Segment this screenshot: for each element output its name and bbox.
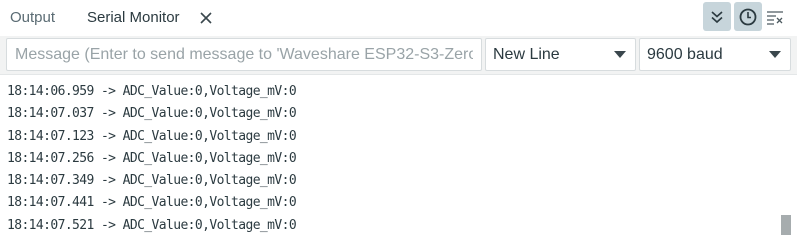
tab-output[interactable]: Output: [10, 0, 55, 36]
caret-down-icon: [614, 51, 626, 58]
baud-rate-value: 9600 baud: [647, 46, 723, 63]
log-line: 18:14:07.256 -> ADC_Value:0,Voltage_mV:0: [7, 150, 297, 166]
log-line: 18:14:07.037 -> ADC_Value:0,Voltage_mV:0: [7, 106, 297, 122]
message-input[interactable]: [6, 38, 482, 71]
caret-down-icon: [769, 51, 781, 58]
log-lines: 18:14:06.959 -> ADC_Value:0,Voltage_mV:0…: [7, 81, 297, 237]
clock-icon: [738, 7, 758, 27]
close-tab-icon[interactable]: [197, 9, 215, 27]
serial-output: 18:14:06.959 -> ADC_Value:0,Voltage_mV:0…: [0, 74, 797, 249]
baud-rate-select[interactable]: 9600 baud: [639, 38, 791, 71]
line-ending-select[interactable]: New Line: [485, 38, 636, 71]
tab-serial-monitor[interactable]: Serial Monitor: [87, 0, 180, 36]
toggle-timestamp-button[interactable]: [734, 2, 762, 31]
serial-input-row: New Line 9600 baud: [0, 36, 797, 74]
log-line: 18:14:07.349 -> ADC_Value:0,Voltage_mV:0: [7, 173, 297, 189]
panel-tab-bar: Output Serial Monitor: [0, 0, 797, 36]
log-line: 18:14:06.959 -> ADC_Value:0,Voltage_mV:0: [7, 84, 297, 99]
log-line: 18:14:07.123 -> ADC_Value:0,Voltage_mV:0: [7, 128, 297, 144]
log-line: 18:14:07.441 -> ADC_Value:0,Voltage_mV:0: [7, 195, 297, 211]
toggle-autoscroll-button[interactable]: [703, 2, 731, 31]
line-ending-value: New Line: [493, 46, 560, 63]
scrollbar-thumb[interactable]: [781, 215, 791, 235]
clear-output-button[interactable]: [764, 2, 786, 31]
clear-output-icon: [765, 9, 785, 25]
log-line: 18:14:07.521 -> ADC_Value:0,Voltage_mV:0: [7, 217, 297, 233]
double-chevron-down-icon: [710, 10, 724, 24]
